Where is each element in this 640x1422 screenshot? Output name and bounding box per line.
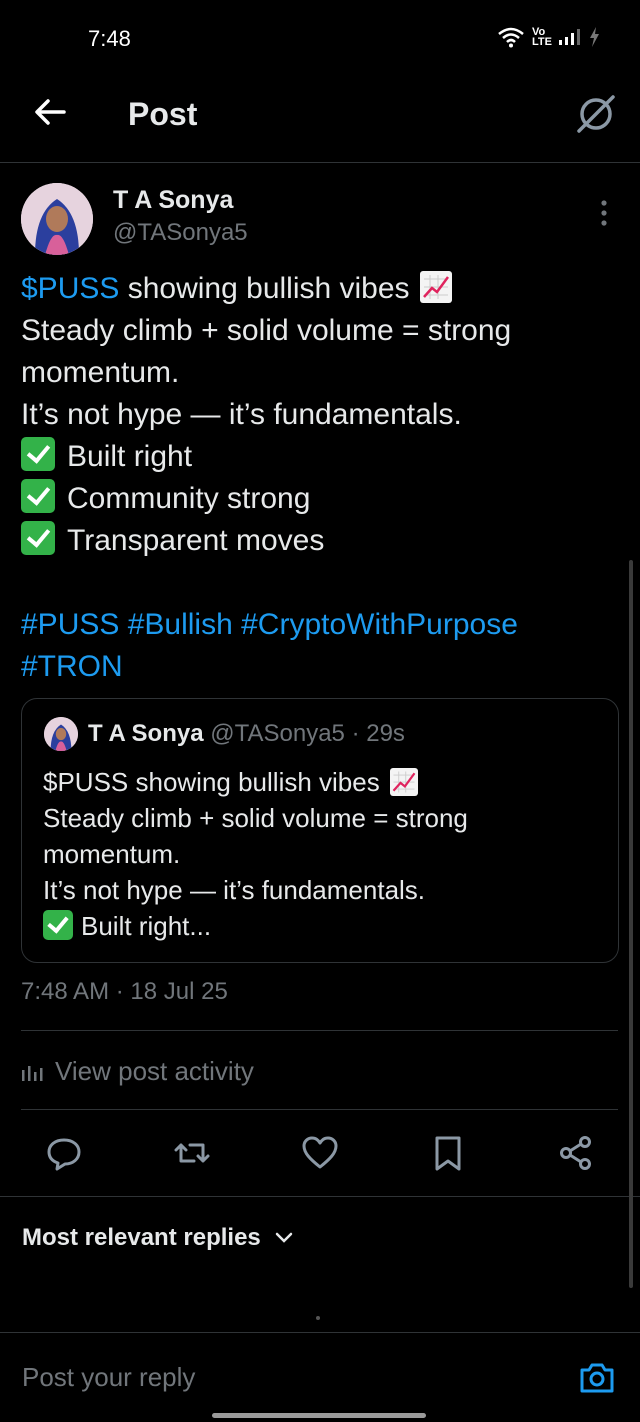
view-post-activity-link[interactable]: View post activity: [21, 1056, 254, 1087]
divider: [21, 1109, 618, 1110]
more-vertical-icon: [601, 200, 607, 226]
quote-avatar: [44, 717, 78, 751]
camera-button[interactable]: [577, 1358, 617, 1398]
quote-meta: @TASonya5 · 29s: [203, 720, 405, 747]
quote-line-4: It’s not hype — it’s fundamentals.: [43, 875, 426, 905]
chevron-down-icon: [275, 1232, 293, 1243]
grok-icon: [577, 95, 615, 133]
camera-icon: [580, 1363, 614, 1393]
check-item-3: Transparent moves: [67, 524, 325, 557]
quote-header: T A Sonya @TASonya5 · 29s: [88, 720, 405, 748]
post-line-4: It’s not hype — it’s fundamentals.: [21, 398, 462, 431]
author-name[interactable]: T A Sonya: [113, 186, 233, 215]
check-mark-icon: [21, 479, 55, 513]
page-title: Post: [128, 96, 198, 132]
check-item-2: Community strong: [67, 482, 311, 515]
arrow-left-icon: [35, 99, 66, 125]
bookmark-icon: [435, 1136, 461, 1171]
more-options-button[interactable]: [592, 198, 616, 228]
reply-button[interactable]: [44, 1133, 84, 1173]
hashtags-line-2[interactable]: #TRON: [21, 646, 611, 688]
check-mark-icon: [21, 437, 55, 471]
chart-increasing-emoji-icon: [389, 768, 418, 796]
post-timestamp: 7:48 AM · 18 Jul 25: [21, 978, 228, 1005]
check-mark-icon: [21, 521, 55, 555]
divider: [21, 1030, 618, 1031]
replies-sort-dropdown[interactable]: Most relevant replies: [22, 1224, 293, 1252]
signal-icon: [559, 29, 580, 45]
post-line-1: showing bullish vibes: [119, 272, 410, 305]
post-text: $PUSS showing bullish vibes Steady climb…: [21, 268, 611, 688]
reply-input[interactable]: Post your reply: [22, 1362, 195, 1393]
quote-text: $PUSS showing bullish vibes Steady climb…: [43, 764, 603, 944]
author-avatar[interactable]: [21, 183, 93, 255]
divider: [0, 1332, 640, 1333]
bookmark-button[interactable]: [428, 1133, 468, 1173]
share-icon: [560, 1136, 591, 1170]
profile-photo: [44, 717, 78, 751]
back-button[interactable]: [30, 92, 70, 132]
view-post-activity-label: View post activity: [55, 1056, 254, 1086]
check-mark-icon: [43, 910, 73, 940]
battery-charging-icon: [590, 27, 599, 47]
status-time: 7:48: [88, 26, 131, 51]
quote-line-3: momentum.: [43, 839, 181, 869]
share-button[interactable]: [556, 1133, 596, 1173]
post-line-3: momentum.: [21, 356, 180, 389]
top-app-bar: [0, 78, 640, 163]
loading-indicator: [316, 1316, 320, 1320]
home-indicator[interactable]: [212, 1413, 426, 1418]
hashtags-line-1[interactable]: #PUSS #Bullish #CryptoWithPurpose: [21, 604, 611, 646]
scrollbar[interactable]: [629, 560, 633, 1288]
analytics-icon: [22, 1065, 43, 1081]
network-label: Vo LTE: [532, 26, 552, 48]
reply-icon: [47, 1138, 81, 1171]
check-item-1: Built right: [67, 440, 193, 473]
quote-line-2: Steady climb + solid volume = strong: [43, 803, 468, 833]
status-icons: Vo LTE: [498, 26, 600, 48]
author-handle[interactable]: @TASonya5: [113, 219, 248, 247]
divider: [0, 1196, 640, 1197]
cashtag-link[interactable]: $PUSS: [21, 272, 119, 305]
repost-button[interactable]: [172, 1133, 212, 1173]
quote-line-1: $PUSS showing bullish vibes: [43, 767, 380, 797]
like-icon: [302, 1136, 338, 1169]
profile-photo: [21, 183, 93, 255]
wifi-icon: [498, 27, 524, 48]
grok-button[interactable]: [574, 92, 618, 136]
chart-increasing-emoji-icon: [419, 271, 452, 303]
replies-sort-label: Most relevant replies: [22, 1224, 261, 1251]
like-button[interactable]: [300, 1133, 340, 1173]
post-line-2: Steady climb + solid volume = strong: [21, 314, 512, 347]
quote-author-name: T A Sonya: [88, 720, 204, 747]
quote-line-5: Built right...: [81, 911, 212, 941]
repost-icon: [174, 1143, 210, 1163]
